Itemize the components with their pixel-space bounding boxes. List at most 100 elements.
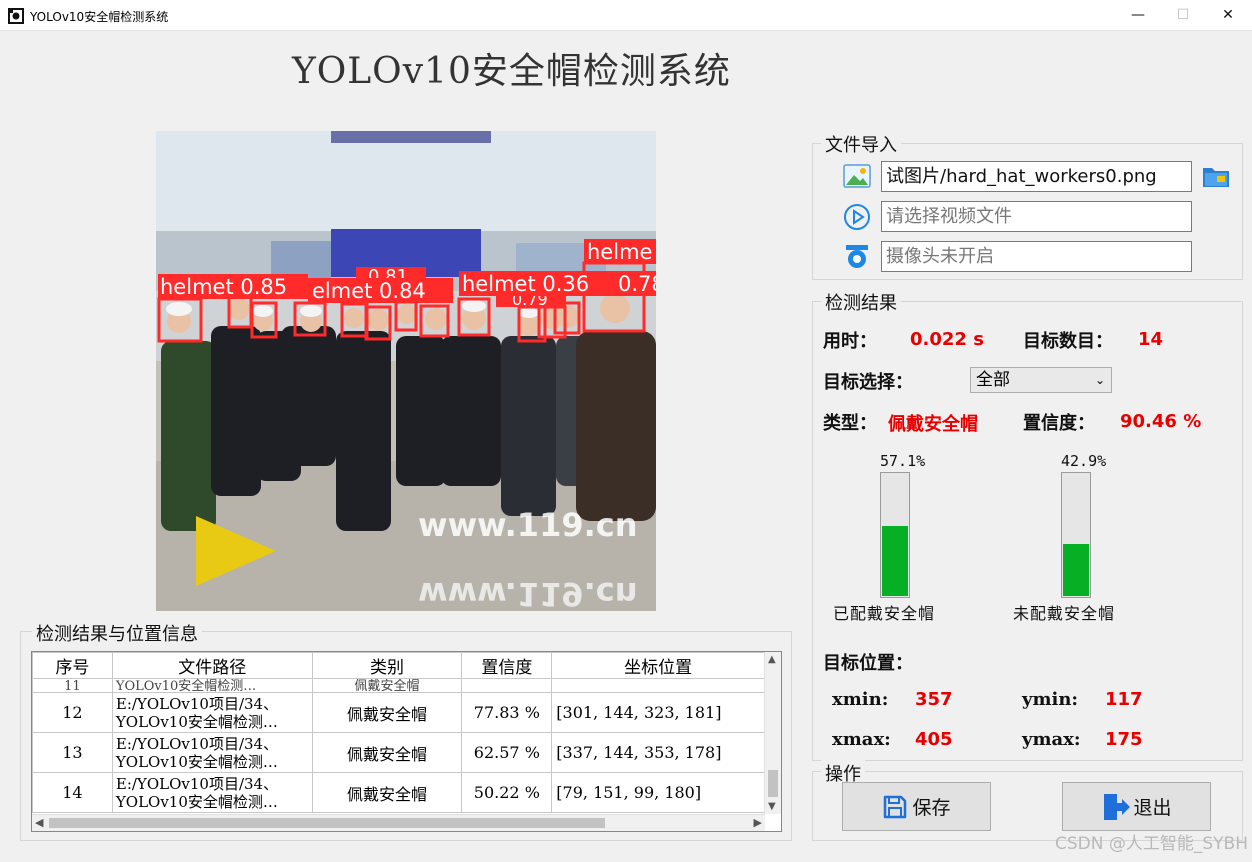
- confidence-label: 置信度：: [1023, 413, 1095, 434]
- confidence-value: 90.46 %: [1120, 411, 1202, 432]
- helmet-on-progress: [880, 472, 910, 598]
- scroll-left-icon[interactable]: ◀: [35, 816, 43, 829]
- type-value: 佩戴安全帽: [888, 414, 978, 435]
- scroll-down-icon[interactable]: ▼: [768, 801, 776, 812]
- detection-preview-image: helmet 0.85 0.81 elmet 0.84 0.79 helmet …: [156, 131, 656, 611]
- table-row[interactable]: 14 E:/YOLOv10项目/34、 YOLOv10安全帽检测… 佩戴安全帽 5…: [32, 772, 765, 813]
- scroll-right-icon[interactable]: ▶: [754, 816, 762, 829]
- column-header-index[interactable]: 序号: [32, 652, 113, 679]
- column-header-path[interactable]: 文件路径: [111, 652, 313, 679]
- cell-path: YOLOv10安全帽检测…: [111, 678, 313, 693]
- detection-label: helmet 0.36: [462, 272, 589, 296]
- type-label: 类型：: [823, 413, 877, 434]
- folder-open-icon[interactable]: [1201, 162, 1231, 190]
- video-icon[interactable]: [843, 203, 871, 231]
- image-watermark-mirror: www.119.cn: [418, 575, 638, 611]
- image-watermark: www.119.cn: [418, 506, 638, 544]
- cell-class: 佩戴安全帽: [311, 772, 463, 813]
- exit-icon: [1104, 793, 1131, 820]
- table-header-row: 序号 文件路径 类别 置信度 坐标位置: [32, 652, 765, 679]
- exit-label: 退出: [1133, 797, 1172, 819]
- image-file-icon[interactable]: [843, 162, 871, 190]
- vertical-scroll-thumb[interactable]: [768, 770, 778, 797]
- detection-results-title: 检测结果: [821, 289, 901, 315]
- camera-status-field[interactable]: 摄像头未开启: [881, 241, 1192, 272]
- results-table[interactable]: 序号 文件路径 类别 置信度 坐标位置 11 YOLOv10安全帽检测… 佩戴安…: [31, 651, 782, 832]
- cell-path-line: YOLOv10安全帽检测…: [115, 792, 278, 811]
- save-icon: [884, 795, 907, 818]
- video-file-field[interactable]: 请选择视频文件: [881, 201, 1192, 232]
- minimize-button[interactable]: —: [1115, 0, 1161, 30]
- helmet-on-caption: 已配戴安全帽: [833, 604, 936, 623]
- helmet-off-fill: [1063, 544, 1089, 596]
- helmet-off-percent: 42.9%: [1061, 452, 1107, 470]
- window-titlebar: YOLOv10安全帽检测系统 — ☐ ✕: [0, 0, 1252, 31]
- helmet-on-percent: 57.1%: [880, 452, 926, 470]
- count-label: 目标数目：: [1023, 331, 1113, 352]
- cell-path: E:/YOLOv10项目/34、 YOLOv10安全帽检测…: [111, 732, 313, 773]
- csdn-watermark: CSDN @人工智能_SYBH: [1055, 834, 1248, 854]
- xmax-label: xmax:: [832, 729, 891, 750]
- maximize-button[interactable]: ☐: [1160, 0, 1206, 30]
- save-button[interactable]: 保存: [842, 782, 991, 831]
- cell-coords: [301, 144, 323, 181]: [551, 692, 765, 733]
- helmet-off-progress: [1061, 472, 1091, 598]
- cell-path-line: E:/YOLOv10项目/34、: [115, 694, 279, 713]
- results-table-grid: 序号 文件路径 类别 置信度 坐标位置 11 YOLOv10安全帽检测… 佩戴安…: [32, 652, 765, 813]
- table-row[interactable]: 13 E:/YOLOv10项目/34、 YOLOv10安全帽检测… 佩戴安全帽 6…: [32, 732, 765, 773]
- detection-label: helmet 0.85: [160, 275, 287, 299]
- exit-button[interactable]: 退出: [1062, 782, 1211, 831]
- horizontal-scroll-thumb[interactable]: [49, 818, 605, 828]
- cell-path-line: YOLOv10安全帽检测…: [115, 752, 278, 771]
- cell-index: 12: [32, 692, 113, 733]
- cell-index: 14: [32, 772, 113, 813]
- detection-label: elmet 0.84: [312, 279, 426, 303]
- table-row[interactable]: 11 YOLOv10安全帽检测… 佩戴安全帽: [32, 678, 765, 693]
- cell-coords: [551, 678, 765, 693]
- image-path-field[interactable]: 试图片/hard_hat_workers0.png: [881, 161, 1192, 192]
- cell-confidence: 77.83 %: [461, 692, 553, 733]
- horizontal-scrollbar[interactable]: ◀ ▶: [32, 814, 765, 831]
- table-row[interactable]: 12 E:/YOLOv10项目/34、 YOLOv10安全帽检测… 佩戴安全帽 7…: [32, 692, 765, 733]
- column-header-class[interactable]: 类别: [311, 652, 463, 679]
- table-viewport: 序号 文件路径 类别 置信度 坐标位置 11 YOLOv10安全帽检测… 佩戴安…: [32, 652, 765, 814]
- cell-class: 佩戴安全帽: [311, 678, 463, 693]
- close-button[interactable]: ✕: [1205, 0, 1251, 30]
- ymin-label: ymin:: [1022, 689, 1079, 710]
- camera-icon[interactable]: [843, 242, 871, 270]
- target-select[interactable]: 全部 ⌄: [970, 367, 1112, 393]
- cell-coords: [79, 151, 99, 180]: [551, 772, 765, 813]
- cell-confidence: 62.57 %: [461, 732, 553, 773]
- results-table-title: 检测结果与位置信息: [32, 620, 202, 646]
- cell-path: E:/YOLOv10项目/34、 YOLOv10安全帽检测…: [111, 772, 313, 813]
- cell-path-line: E:/YOLOv10项目/34、: [115, 734, 279, 753]
- target-select-label: 目标选择：: [823, 372, 913, 393]
- chevron-down-icon: ⌄: [1094, 373, 1105, 387]
- cell-index: 11: [32, 678, 113, 693]
- cell-class: 佩戴安全帽: [311, 692, 463, 733]
- page-title: YOLOv10安全帽检测系统: [292, 51, 731, 92]
- xmin-value: 357: [915, 689, 953, 710]
- column-header-coords[interactable]: 坐标位置: [551, 652, 765, 679]
- time-value: 0.022 s: [910, 329, 984, 350]
- cell-path-line: YOLOv10安全帽检测…: [115, 712, 278, 731]
- preview-scene: helmet 0.85 0.81 elmet 0.84 0.79 helmet …: [156, 131, 656, 611]
- app-icon: [8, 8, 24, 24]
- column-header-confidence[interactable]: 置信度: [461, 652, 553, 679]
- scroll-up-icon[interactable]: ▲: [768, 654, 776, 665]
- save-label: 保存: [912, 797, 951, 819]
- cell-coords: [337, 144, 353, 178]: [551, 732, 765, 773]
- detection-label: helme: [587, 240, 652, 264]
- helmet-off-caption: 未配戴安全帽: [1013, 604, 1116, 623]
- xmax-value: 405: [915, 729, 953, 750]
- detection-label: 0.78: [618, 272, 656, 296]
- xmin-label: xmin:: [832, 689, 889, 710]
- cell-index: 13: [32, 732, 113, 773]
- target-select-value: 全部: [976, 370, 1010, 390]
- cell-path: E:/YOLOv10项目/34、 YOLOv10安全帽检测…: [111, 692, 313, 733]
- ymax-label: ymax:: [1022, 729, 1081, 750]
- cell-class: 佩戴安全帽: [311, 732, 463, 773]
- file-import-title: 文件导入: [821, 131, 901, 157]
- vertical-scrollbar[interactable]: ▲ ▼: [764, 652, 781, 814]
- window-title: YOLOv10安全帽检测系统: [30, 10, 169, 24]
